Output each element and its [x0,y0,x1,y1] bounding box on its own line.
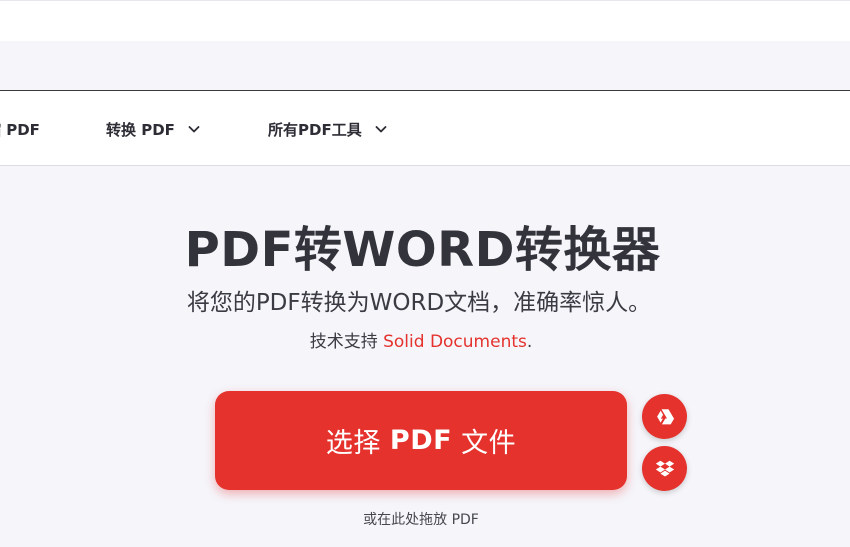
chevron-down-icon [375,126,387,133]
select-pdf-bold: PDF [389,425,453,456]
top-strip [0,0,850,41]
hero-section: PDF转WORD转换器 将您的PDF转换为WORD文档，准确率惊人。 技术支持 … [0,166,850,547]
select-pdf-button[interactable]: 选择 PDF 文件 [215,391,627,490]
page: 缩 PDF 转换 PDF 所有PDF工具 PDF转WORD转换器 将您的PDF转… [0,0,850,547]
powered-by-prefix: 技术支持 [309,332,378,352]
google-drive-button[interactable] [642,394,687,439]
powered-by: 技术支持 Solid Documents. [0,327,842,352]
nav-item-compress-label: 缩 PDF [0,120,40,139]
page-title: PDF转WORD转换器 [184,222,661,278]
google-drive-icon [656,408,674,424]
select-pdf-suffix: 文件 [461,428,517,459]
dropbox-icon [655,460,674,477]
chevron-down-icon [188,126,200,133]
solid-documents-link[interactable]: Solid Documents [383,332,527,352]
main-nav: 缩 PDF 转换 PDF 所有PDF工具 [0,90,850,166]
nav-item-compress[interactable]: 缩 PDF [0,118,40,140]
select-pdf-prefix: 选择 [325,428,381,459]
drop-hint: 或在此处拖放 PDF [363,512,479,528]
nav-item-convert[interactable]: 转换 PDF [106,118,201,140]
header-band [0,41,850,90]
nav-item-convert-label: 转换 PDF [106,120,175,139]
nav-item-all-tools[interactable]: 所有PDF工具 [268,118,388,140]
page-subtitle: 将您的PDF转换为WORD文档，准确率惊人。 [186,290,652,316]
powered-by-suffix: . [526,332,533,352]
dropbox-button[interactable] [642,446,687,491]
nav-item-all-tools-label: 所有PDF工具 [268,120,362,139]
